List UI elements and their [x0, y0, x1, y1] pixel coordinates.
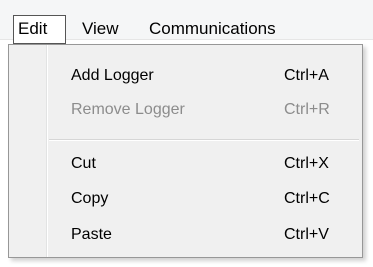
- menu-item-cut[interactable]: Cut Ctrl+X: [9, 149, 362, 179]
- menu-edit[interactable]: Edit: [13, 15, 66, 44]
- menu-view[interactable]: View: [82, 15, 119, 42]
- menu-item-copy[interactable]: Copy Ctrl+C: [9, 184, 362, 214]
- menu-item-shortcut: Ctrl+C: [284, 190, 330, 207]
- menu-item-label: Copy: [71, 190, 109, 207]
- menu-item-shortcut: Ctrl+X: [284, 155, 329, 172]
- menu-item-label: Remove Logger: [71, 101, 185, 118]
- menu-item-shortcut: Ctrl+V: [284, 226, 329, 243]
- menu-separator: [49, 139, 359, 141]
- menu-item-label: Cut: [71, 155, 96, 172]
- menu-communications[interactable]: Communications: [149, 15, 276, 42]
- menu-bar: Edit View Communications: [0, 0, 373, 44]
- menu-item-paste[interactable]: Paste Ctrl+V: [9, 220, 362, 250]
- menu-item-label: Add Logger: [71, 67, 154, 84]
- menu-item-label: Paste: [71, 226, 112, 243]
- menu-item-shortcut: Ctrl+A: [284, 67, 329, 84]
- menu-item-add-logger[interactable]: Add Logger Ctrl+A: [9, 61, 362, 91]
- menu-item-shortcut: Ctrl+R: [284, 101, 330, 118]
- menu-item-remove-logger: Remove Logger Ctrl+R: [9, 95, 362, 125]
- edit-dropdown-menu: Add Logger Ctrl+A Remove Logger Ctrl+R C…: [8, 44, 363, 258]
